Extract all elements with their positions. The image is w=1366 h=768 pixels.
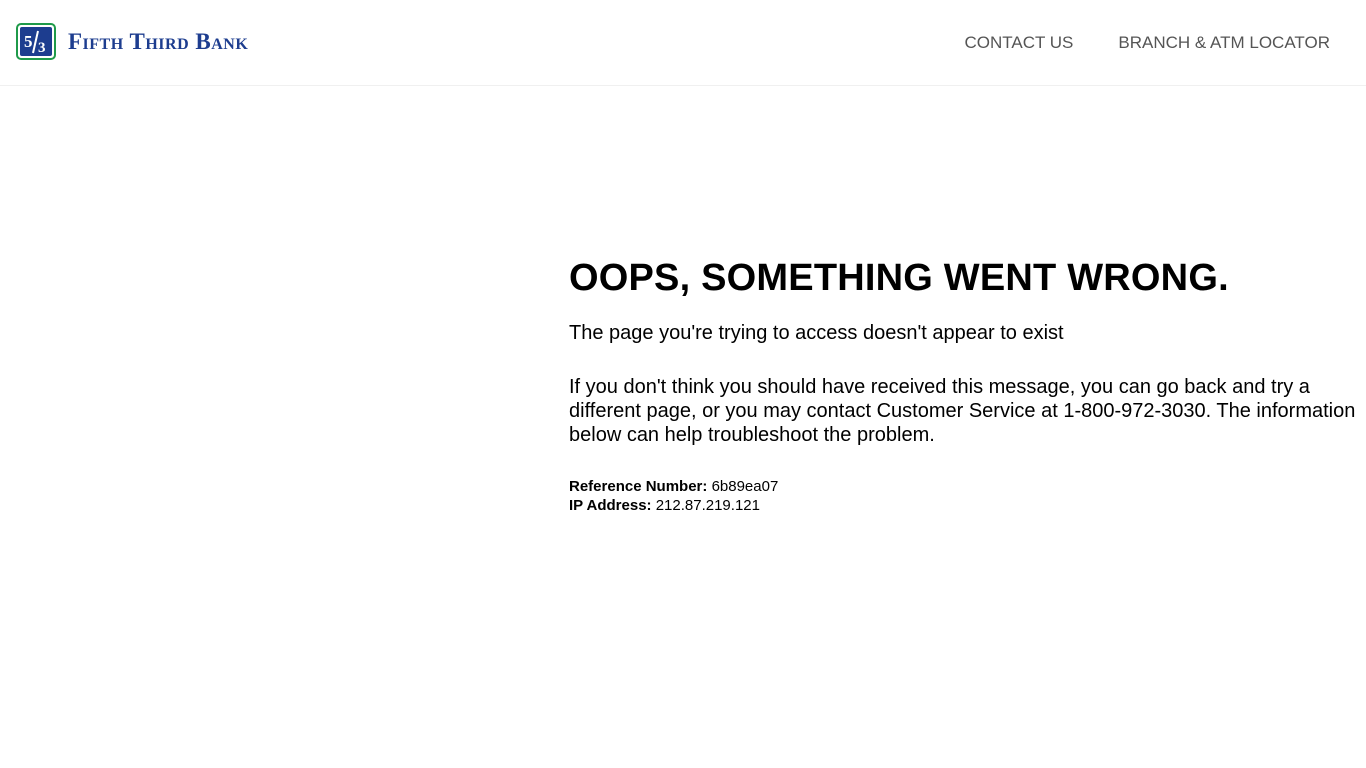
ip-address-label: IP Address: [569,497,652,514]
ip-address-value: 212.87.219.121 [655,497,760,514]
nav-branch-atm-locator[interactable]: BRANCH & ATM LOCATOR [1118,33,1330,52]
top-nav: CONTACT US BRANCH & ATM LOCATOR [964,33,1330,52]
brand-name: Fifth Third Bank [68,29,249,54]
reference-number-value: 6b89ea07 [711,478,779,495]
fifth-third-logo-mark-icon: 5 3 [16,23,56,60]
reference-number-row: Reference Number: 6b89ea07 [569,477,1359,496]
error-title: OOPS, SOMETHING WENT WRONG. [569,257,1229,299]
fifth-third-logo[interactable]: 5 3 Fifth Third Bank [16,23,248,60]
svg-text:5: 5 [24,32,33,51]
ip-address-row: IP Address: 212.87.219.121 [569,496,1359,515]
svg-text:3: 3 [38,40,46,56]
site-header: 5 3 Fifth Third Bank CONTACT US BRANCH &… [0,0,1366,86]
troubleshoot-details: Reference Number: 6b89ea07 IP Address: 2… [569,477,1359,515]
error-message: If you don't think you should have recei… [569,376,1356,446]
nav-contact-us[interactable]: CONTACT US [964,33,1073,52]
reference-number-label: Reference Number: [569,478,708,495]
error-subtitle: The page you're trying to access doesn't… [569,322,1064,344]
error-content: OOPS, SOMETHING WENT WRONG. The page you… [569,252,1359,515]
